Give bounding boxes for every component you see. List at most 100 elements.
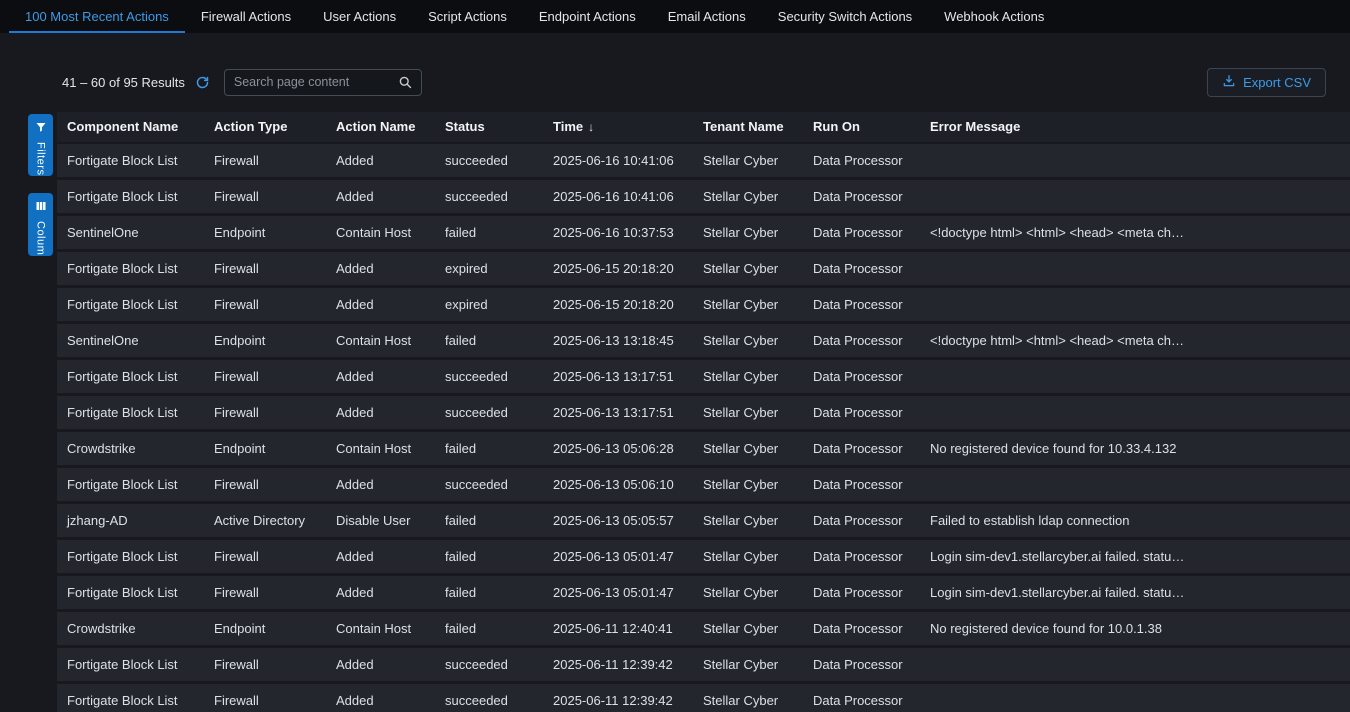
tab-100-most-recent-actions[interactable]: 100 Most Recent Actions <box>9 0 185 33</box>
column-header-action-type[interactable]: Action Type <box>204 112 326 142</box>
cell-status: succeeded <box>435 648 543 681</box>
cell-component-name: Fortigate Block List <box>57 360 204 393</box>
cell-action-name: Added <box>326 396 435 429</box>
cell-run-on: Data Processor <box>803 324 920 357</box>
filter-icon <box>35 120 47 138</box>
column-header-action-name[interactable]: Action Name <box>326 112 435 142</box>
table-row[interactable]: Fortigate Block ListFirewallAddedexpired… <box>57 288 1350 321</box>
cell-action-name: Added <box>326 648 435 681</box>
cell-tenant-name: Stellar Cyber <box>693 576 803 609</box>
cell-run-on: Data Processor <box>803 288 920 321</box>
cell-action-type: Endpoint <box>204 324 326 357</box>
cell-tenant-name: Stellar Cyber <box>693 648 803 681</box>
cell-error-message: <!doctype html> <html> <head> <meta ch… <box>920 216 1350 249</box>
table-row[interactable]: Fortigate Block ListFirewallAddedexpired… <box>57 252 1350 285</box>
search-input[interactable] <box>234 75 398 89</box>
cell-action-type: Firewall <box>204 468 326 501</box>
cell-action-type: Firewall <box>204 288 326 321</box>
cell-tenant-name: Stellar Cyber <box>693 360 803 393</box>
column-header-tenant-name[interactable]: Tenant Name <box>693 112 803 142</box>
columns-label: Columns <box>35 221 47 256</box>
results-count: 41 – 60 of 95 Results <box>62 75 185 90</box>
table-row[interactable]: Fortigate Block ListFirewallAddedsucceed… <box>57 144 1350 177</box>
table-row[interactable]: Fortigate Block ListFirewallAddedsucceed… <box>57 396 1350 429</box>
cell-time: 2025-06-13 13:18:45 <box>543 324 693 357</box>
export-csv-button[interactable]: Export CSV <box>1207 68 1326 97</box>
cell-run-on: Data Processor <box>803 540 920 573</box>
cell-component-name: SentinelOne <box>57 216 204 249</box>
cell-error-message <box>920 468 1350 501</box>
table-row[interactable]: Fortigate Block ListFirewallAddedsucceed… <box>57 684 1350 712</box>
cell-action-name: Added <box>326 144 435 177</box>
cell-status: succeeded <box>435 144 543 177</box>
cell-status: succeeded <box>435 180 543 213</box>
cell-action-name: Added <box>326 360 435 393</box>
table-row[interactable]: Fortigate Block ListFirewallAddedfailed2… <box>57 576 1350 609</box>
table-row[interactable]: CrowdstrikeEndpointContain Hostfailed202… <box>57 432 1350 465</box>
cell-error-message: Login sim-dev1.stellarcyber.ai failed. s… <box>920 576 1350 609</box>
cell-run-on: Data Processor <box>803 144 920 177</box>
cell-component-name: Crowdstrike <box>57 612 204 645</box>
cell-component-name: Fortigate Block List <box>57 144 204 177</box>
cell-time: 2025-06-15 20:18:20 <box>543 252 693 285</box>
filters-panel-button[interactable]: Filters <box>28 114 53 176</box>
table-body: Fortigate Block ListFirewallAddedsucceed… <box>57 144 1350 712</box>
table-row[interactable]: Fortigate Block ListFirewallAddedsucceed… <box>57 468 1350 501</box>
column-header-status[interactable]: Status <box>435 112 543 142</box>
cell-status: failed <box>435 576 543 609</box>
column-header-component-name[interactable]: Component Name <box>57 112 204 142</box>
columns-panel-button[interactable]: Columns <box>28 193 53 256</box>
table-row[interactable]: SentinelOneEndpointContain Hostfailed202… <box>57 324 1350 357</box>
table-row[interactable]: Fortigate Block ListFirewallAddedsucceed… <box>57 180 1350 213</box>
tab-endpoint-actions[interactable]: Endpoint Actions <box>523 0 652 33</box>
tab-user-actions[interactable]: User Actions <box>307 0 412 33</box>
cell-action-type: Firewall <box>204 684 326 712</box>
cell-status: expired <box>435 288 543 321</box>
tab-script-actions[interactable]: Script Actions <box>412 0 523 33</box>
cell-run-on: Data Processor <box>803 684 920 712</box>
cell-tenant-name: Stellar Cyber <box>693 252 803 285</box>
refresh-icon[interactable] <box>195 75 210 90</box>
table-row[interactable]: Fortigate Block ListFirewallAddedsucceed… <box>57 648 1350 681</box>
column-header-error-message[interactable]: Error Message <box>920 112 1350 142</box>
cell-run-on: Data Processor <box>803 612 920 645</box>
search-icon[interactable] <box>398 75 413 90</box>
table-row[interactable]: CrowdstrikeEndpointContain Hostfailed202… <box>57 612 1350 645</box>
cell-time: 2025-06-16 10:41:06 <box>543 180 693 213</box>
cell-component-name: Fortigate Block List <box>57 684 204 712</box>
cell-run-on: Data Processor <box>803 468 920 501</box>
tab-webhook-actions[interactable]: Webhook Actions <box>928 0 1060 33</box>
cell-component-name: Fortigate Block List <box>57 540 204 573</box>
cell-action-name: Added <box>326 468 435 501</box>
column-header-run-on[interactable]: Run On <box>803 112 920 142</box>
cell-time: 2025-06-13 13:17:51 <box>543 360 693 393</box>
cell-run-on: Data Processor <box>803 360 920 393</box>
cell-action-name: Contain Host <box>326 216 435 249</box>
cell-tenant-name: Stellar Cyber <box>693 288 803 321</box>
cell-status: failed <box>435 540 543 573</box>
table-row[interactable]: SentinelOneEndpointContain Hostfailed202… <box>57 216 1350 249</box>
cell-tenant-name: Stellar Cyber <box>693 504 803 537</box>
cell-action-type: Firewall <box>204 576 326 609</box>
cell-time: 2025-06-11 12:39:42 <box>543 648 693 681</box>
actions-table: Component NameAction TypeAction NameStat… <box>57 112 1350 712</box>
cell-time: 2025-06-13 05:06:28 <box>543 432 693 465</box>
table-row[interactable]: jzhang-ADActive DirectoryDisable Userfai… <box>57 504 1350 537</box>
tab-security-switch-actions[interactable]: Security Switch Actions <box>762 0 928 33</box>
cell-run-on: Data Processor <box>803 216 920 249</box>
cell-status: succeeded <box>435 396 543 429</box>
cell-tenant-name: Stellar Cyber <box>693 468 803 501</box>
cell-status: failed <box>435 612 543 645</box>
table-row[interactable]: Fortigate Block ListFirewallAddedsucceed… <box>57 360 1350 393</box>
download-icon <box>1222 74 1236 91</box>
tab-email-actions[interactable]: Email Actions <box>652 0 762 33</box>
table-row[interactable]: Fortigate Block ListFirewallAddedfailed2… <box>57 540 1350 573</box>
cell-component-name: Fortigate Block List <box>57 180 204 213</box>
cell-time: 2025-06-16 10:37:53 <box>543 216 693 249</box>
tab-firewall-actions[interactable]: Firewall Actions <box>185 0 307 33</box>
cell-run-on: Data Processor <box>803 252 920 285</box>
cell-time: 2025-06-11 12:40:41 <box>543 612 693 645</box>
column-header-time[interactable]: Time↓ <box>543 112 693 142</box>
cell-error-message <box>920 396 1350 429</box>
cell-error-message: Login sim-dev1.stellarcyber.ai failed. s… <box>920 540 1350 573</box>
